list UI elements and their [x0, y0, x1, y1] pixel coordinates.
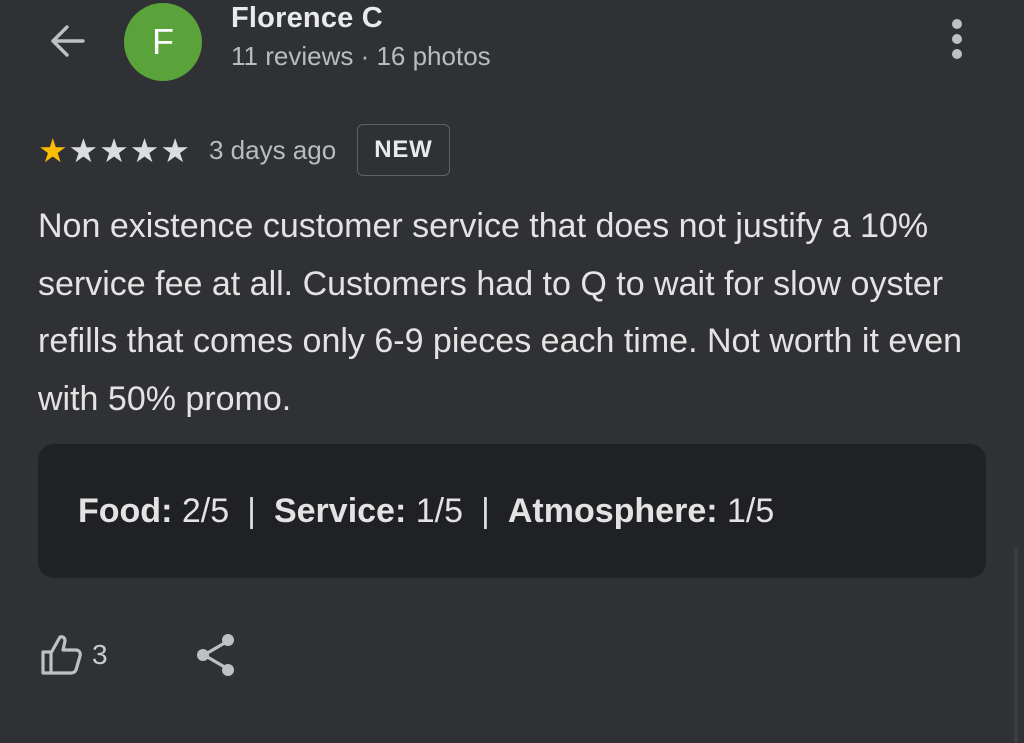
share-icon	[197, 634, 234, 676]
star-empty-icon: ★	[129, 131, 160, 169]
service-rating: Service: 1/5	[274, 492, 463, 531]
avatar-letter: F	[152, 21, 174, 62]
scrollbar[interactable]	[1014, 548, 1018, 743]
reviewer-meta: 11 reviews · 16 photos	[231, 41, 491, 71]
atmosphere-rating: Atmosphere: 1/5	[508, 492, 774, 531]
more-vert-icon	[952, 19, 962, 59]
arrow-left-icon	[51, 25, 85, 57]
rating-row: ★ ★ ★ ★ ★ 3 days ago NEW	[38, 124, 450, 176]
like-button[interactable]: 3	[38, 628, 108, 682]
atmosphere-rating-value: 1/5	[727, 491, 775, 530]
food-rating-label: Food:	[78, 491, 173, 530]
food-rating: Food: 2/5	[78, 492, 229, 531]
divider: |	[247, 491, 256, 530]
star-empty-icon: ★	[68, 131, 99, 169]
like-count: 3	[92, 639, 108, 670]
review-text: Non existence customer service that does…	[38, 207, 963, 418]
star-filled-icon: ★	[38, 131, 68, 169]
more-options-button[interactable]	[937, 12, 977, 66]
star-empty-icon: ★	[99, 131, 129, 169]
avatar[interactable]: F	[124, 3, 202, 81]
reviewer-name[interactable]: Florence C	[231, 2, 383, 35]
new-badge: NEW	[357, 124, 450, 176]
sub-ratings: Food: 2/5 | Service: 1/5 | Atmosphere: 1…	[38, 444, 986, 578]
review-detail-page: F Florence C 11 reviews · 16 photos ★ ★ ★ ★…	[0, 0, 1024, 743]
share-button[interactable]	[192, 630, 240, 680]
service-rating-label: Service:	[273, 491, 407, 530]
food-rating-value: 2/5	[181, 491, 230, 530]
back-button[interactable]	[40, 14, 94, 68]
thumbs-up-icon	[41, 635, 82, 675]
atmosphere-rating-label: Atmosphere:	[507, 491, 718, 530]
star-empty-icon: ★	[160, 131, 190, 169]
service-rating-value: 1/5	[415, 491, 464, 530]
review-date: 3 days ago	[208, 134, 337, 165]
divider: |	[481, 491, 490, 530]
star-rating: ★ ★ ★ ★ ★	[38, 134, 190, 167]
